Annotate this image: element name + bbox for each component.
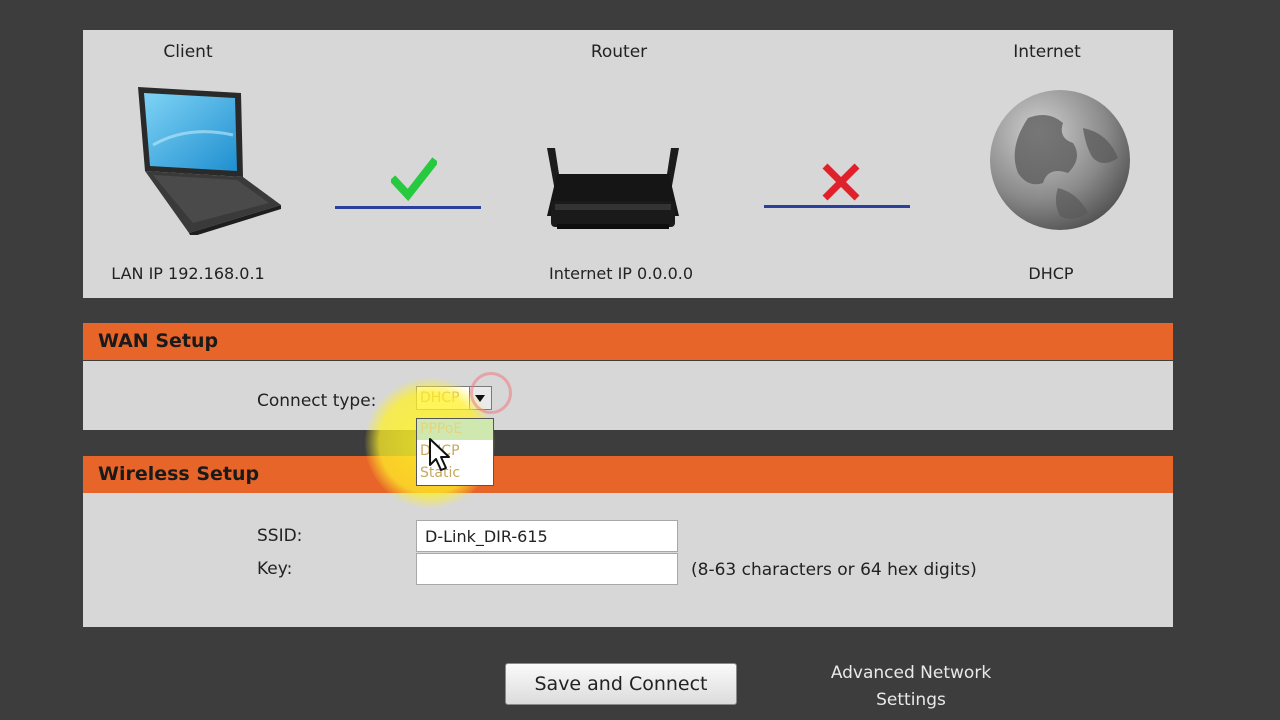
advanced-network-settings-link[interactable]: Advanced Network Settings <box>818 660 1004 714</box>
check-icon <box>391 157 437 202</box>
internet-connection-type: DHCP <box>1028 264 1074 283</box>
chevron-down-icon[interactable] <box>469 387 491 409</box>
wireless-setup-body: SSID: Key: (8-63 characters or 64 hex di… <box>83 493 1173 627</box>
wireless-setup-title: Wireless Setup <box>98 463 260 485</box>
ssid-input[interactable] <box>416 520 678 552</box>
client-lan-ip: LAN IP 192.168.0.1 <box>111 264 265 283</box>
mouse-pointer-icon <box>429 438 450 471</box>
wireless-setup-header: Wireless Setup <box>83 456 1173 493</box>
router-title: Router <box>590 42 648 62</box>
wan-setup-title: WAN Setup <box>98 330 219 352</box>
connection-status-panel: Client Router Internet LAN IP 192.168.0.… <box>83 30 1173 298</box>
globe-icon <box>990 90 1130 230</box>
error-x-icon <box>822 163 860 201</box>
router-setup-page: Client Router Internet LAN IP 192.168.0.… <box>0 0 1280 720</box>
connect-type-select[interactable]: DHCP <box>416 386 492 410</box>
router-icon <box>547 148 679 229</box>
key-hint: (8-63 characters or 64 hex digits) <box>691 560 977 580</box>
connect-type-label: Connect type: <box>257 391 377 411</box>
advanced-link-line2: Settings <box>876 690 946 710</box>
wan-setup-body: Connect type: DHCP <box>83 361 1173 430</box>
router-internet-ip: Internet IP 0.0.0.0 <box>548 264 694 283</box>
dropdown-option-label: PPPoE <box>420 421 463 437</box>
key-label: Key: <box>257 559 293 579</box>
key-input[interactable] <box>416 553 678 585</box>
internet-title: Internet <box>1013 42 1081 62</box>
connect-type-selected-value: DHCP <box>420 390 460 406</box>
client-router-link-line <box>335 206 481 209</box>
wan-setup-header: WAN Setup <box>83 323 1173 360</box>
client-title: Client <box>163 42 213 62</box>
ssid-label: SSID: <box>257 526 303 546</box>
laptop-icon <box>138 87 281 235</box>
advanced-link-line1: Advanced Network <box>830 663 992 683</box>
router-internet-link-line <box>764 205 910 208</box>
save-and-connect-button[interactable]: Save and Connect <box>505 663 737 705</box>
